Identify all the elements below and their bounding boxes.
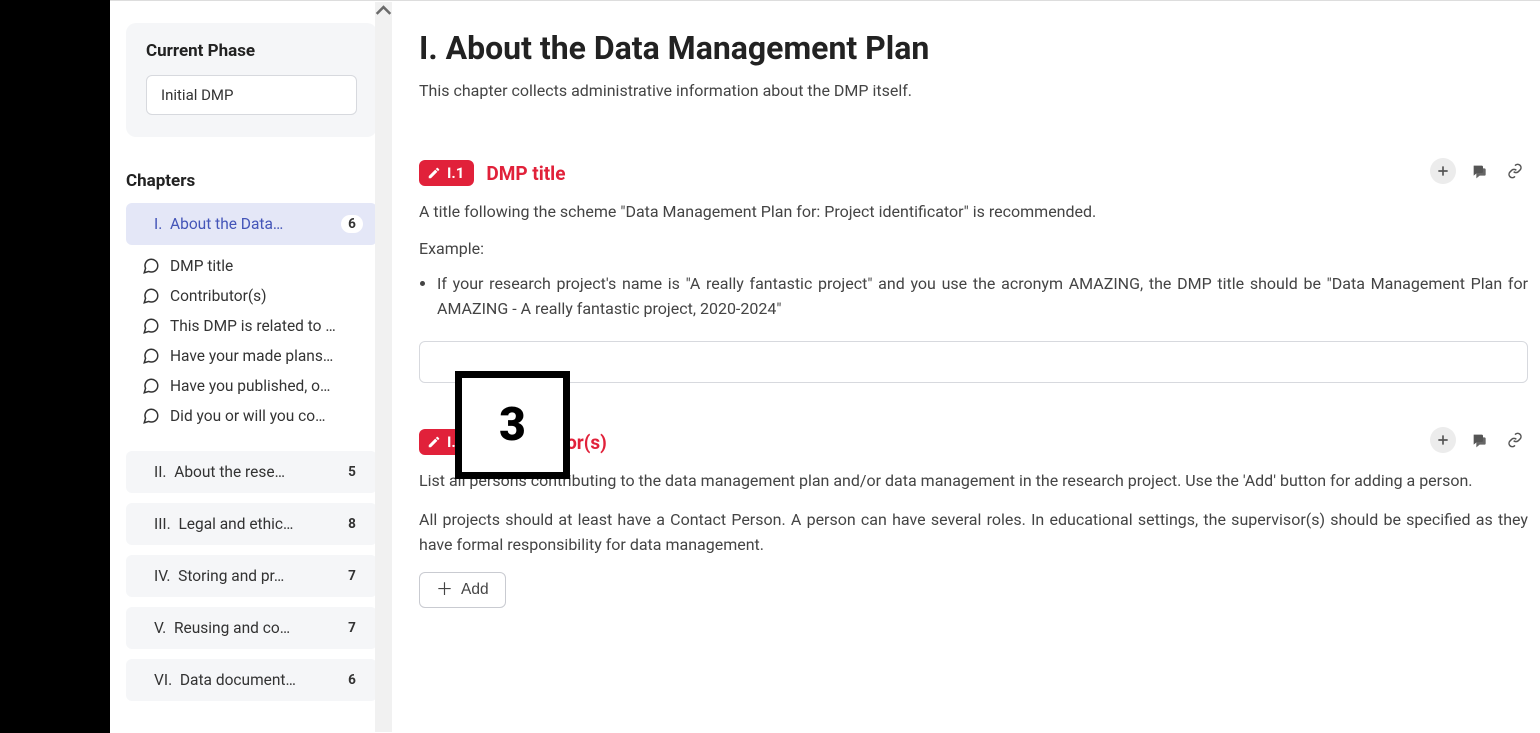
chapter-block: I. About the Data… 6 DMP title Contribut… — [126, 203, 377, 441]
example-list: If your research project's name is "A re… — [419, 272, 1528, 322]
chapter-count-badge: 7 — [341, 567, 363, 585]
page-title: I. About the Data Management Plan — [419, 29, 1528, 67]
chapter-title: I. About the Data… — [154, 215, 341, 233]
chapter-title: V. Reusing and co… — [154, 619, 341, 637]
section-description: List all persons contributing to the dat… — [419, 469, 1528, 494]
chapter-item-5[interactable]: V. Reusing and co… 7 — [126, 607, 377, 649]
chapter-count-badge: 6 — [341, 215, 363, 233]
question-label: Have your made plans… — [170, 347, 333, 365]
chapter-title: II. About the rese… — [154, 463, 341, 481]
app-layout: Current Phase Initial DMP Chapters I. Ab… — [0, 0, 1540, 733]
question-label: Contributor(s) — [170, 287, 267, 305]
phase-select[interactable]: Initial DMP — [146, 75, 357, 115]
phase-select-value: Initial DMP — [161, 86, 234, 104]
comment-icon — [142, 257, 160, 275]
section-head: I.2 Contributor(s) — [419, 429, 1528, 455]
plus-icon: ＋ — [436, 581, 453, 598]
link-icon[interactable] — [1502, 427, 1528, 453]
question-item[interactable]: DMP title — [134, 251, 377, 281]
link-icon[interactable] — [1502, 158, 1528, 184]
pencil-icon — [427, 435, 441, 449]
chapter-block: III. Legal and ethic… 8 — [126, 503, 377, 545]
dmp-title-input[interactable] — [419, 341, 1528, 383]
chapter-title: VI. Data document… — [154, 671, 341, 689]
scroll-up-icon[interactable] — [375, 2, 392, 19]
comment-icon — [142, 287, 160, 305]
chapters-heading: Chapters — [126, 171, 377, 191]
chapter-item-4[interactable]: IV. Storing and pr… 7 — [126, 555, 377, 597]
main-content: I. About the Data Management Plan This c… — [395, 1, 1540, 733]
comments-icon[interactable] — [1466, 427, 1492, 453]
example-label: Example: — [419, 239, 1528, 258]
question-item[interactable]: This DMP is related to … — [134, 311, 377, 341]
sidebar-scrollbar[interactable] — [375, 2, 392, 732]
question-list: DMP title Contributor(s) This DMP is rel… — [126, 245, 377, 441]
comments-icon[interactable] — [1466, 158, 1492, 184]
section-actions — [1430, 158, 1528, 184]
comment-icon — [142, 347, 160, 365]
current-phase-label: Current Phase — [146, 41, 357, 61]
chapter-block: VI. Data document… 6 — [126, 659, 377, 701]
section-description: All projects should at least have a Cont… — [419, 508, 1528, 558]
chapter-item-2[interactable]: II. About the rese… 5 — [126, 451, 377, 493]
chapter-title: IV. Storing and pr… — [154, 567, 341, 585]
chapter-item-6[interactable]: VI. Data document… 6 — [126, 659, 377, 701]
question-label: DMP title — [170, 257, 233, 275]
add-contributor-button[interactable]: ＋ Add — [419, 572, 506, 608]
example-bullet: If your research project's name is "A re… — [437, 272, 1528, 322]
section-tag: I.1 — [419, 160, 474, 186]
section-head: I.1 DMP title — [419, 160, 1528, 186]
add-button-label: Add — [461, 581, 489, 599]
chapter-item-1[interactable]: I. About the Data… 6 — [126, 203, 377, 245]
section-description: A title following the scheme "Data Manag… — [419, 200, 1528, 225]
question-item[interactable]: Have you published, o… — [134, 371, 377, 401]
chapter-item-3[interactable]: III. Legal and ethic… 8 — [126, 503, 377, 545]
chapter-block: II. About the rese… 5 — [126, 451, 377, 493]
question-item[interactable]: Did you or will you co… — [134, 401, 377, 431]
add-todo-icon[interactable] — [1430, 158, 1456, 184]
chapter-block: V. Reusing and co… 7 — [126, 607, 377, 649]
chapter-count-badge: 8 — [341, 515, 363, 533]
chapter-count-badge: 7 — [341, 619, 363, 637]
comment-icon — [142, 317, 160, 335]
chapter-count-badge: 6 — [341, 671, 363, 689]
left-black-mask — [0, 0, 110, 733]
section-contributors: I.2 Contributor(s) List all persons cont… — [419, 429, 1528, 607]
comment-icon — [142, 407, 160, 425]
add-todo-icon[interactable] — [1430, 427, 1456, 453]
question-item[interactable]: Have your made plans… — [134, 341, 377, 371]
page-subtitle: This chapter collects administrative inf… — [419, 81, 1528, 100]
question-label: Have you published, o… — [170, 377, 330, 395]
pencil-icon — [427, 166, 441, 180]
section-dmp-title: I.1 DMP title A title following the sche… — [419, 160, 1528, 383]
current-phase-card: Current Phase Initial DMP — [126, 23, 377, 137]
question-label: This DMP is related to … — [170, 317, 336, 335]
section-title: DMP title — [486, 162, 565, 185]
annotation-label: 3 — [499, 398, 526, 452]
question-item[interactable]: Contributor(s) — [134, 281, 377, 311]
chapter-title: III. Legal and ethic… — [154, 515, 341, 533]
question-label: Did you or will you co… — [170, 407, 325, 425]
annotation-callout-3: 3 — [455, 371, 570, 479]
chapter-count-badge: 5 — [341, 463, 363, 481]
section-actions — [1430, 427, 1528, 453]
comment-icon — [142, 377, 160, 395]
section-tag-label: I.1 — [447, 164, 464, 182]
chapter-block: IV. Storing and pr… 7 — [126, 555, 377, 597]
